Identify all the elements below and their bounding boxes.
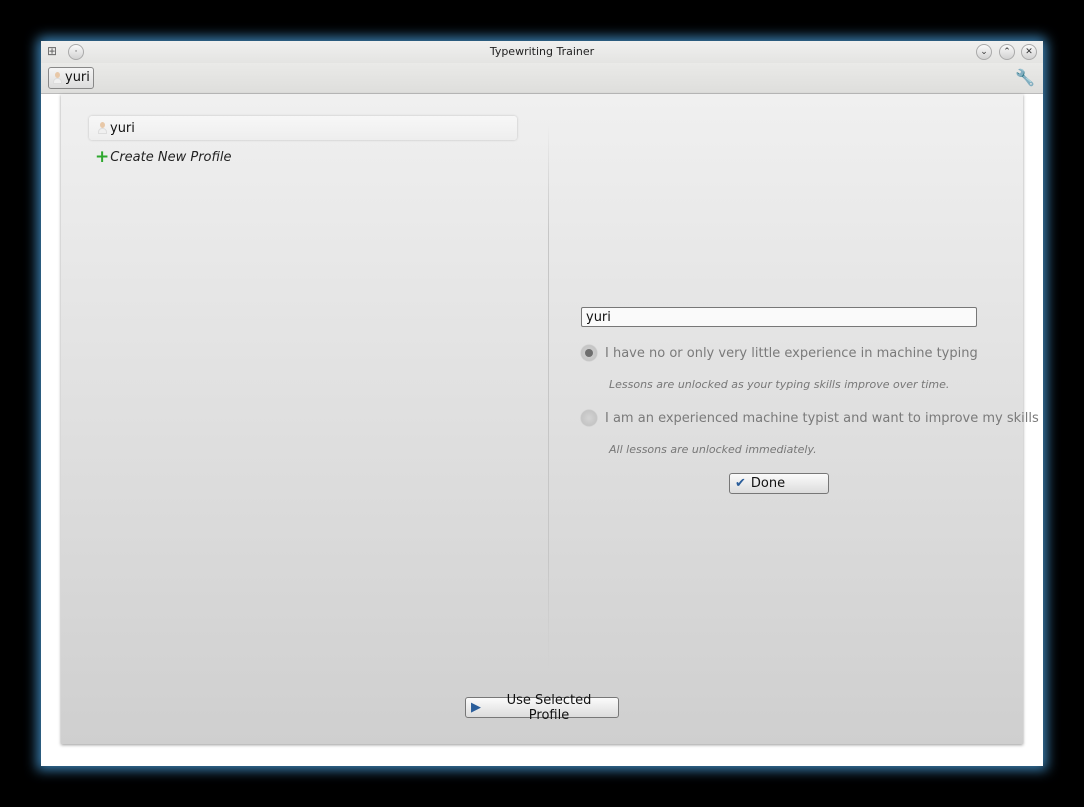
done-label: Done bbox=[750, 476, 786, 491]
done-button[interactable]: ✔ Done bbox=[729, 473, 829, 494]
beginner-radio[interactable]: I have no or only very little experience… bbox=[581, 345, 978, 361]
check-icon: ✔ bbox=[735, 476, 746, 491]
maximize-button[interactable]: ⌃ bbox=[999, 44, 1015, 60]
create-profile-label: Create New Profile bbox=[110, 150, 232, 165]
app-window: ⊞ · Typewriting Trainer ⌄ ⌃ ✕ yuri 🔧 yur… bbox=[41, 41, 1043, 766]
window-title: Typewriting Trainer bbox=[489, 45, 595, 58]
user-avatar-icon bbox=[98, 122, 107, 134]
experienced-hint: All lessons are unlocked immediately. bbox=[609, 443, 817, 456]
toolbar: yuri 🔧 bbox=[41, 63, 1043, 94]
profile-name: yuri bbox=[110, 120, 135, 136]
use-selected-profile-button[interactable]: ▶ Use Selected Profile bbox=[465, 693, 619, 723]
use-profile-label: Use Selected Profile bbox=[506, 692, 592, 723]
beginner-hint: Lessons are unlocked as your typing skil… bbox=[609, 378, 950, 391]
plus-icon: + bbox=[95, 147, 110, 167]
experienced-label: I am an experienced machine typist and w… bbox=[605, 410, 1039, 426]
minimize-button[interactable]: ⌄ bbox=[976, 44, 992, 60]
beginner-label: I have no or only very little experience… bbox=[605, 345, 978, 361]
profile-panel: yuri + Create New Profile I have no or o… bbox=[61, 94, 1039, 744]
close-button[interactable]: ✕ bbox=[1021, 44, 1037, 60]
wrench-icon[interactable]: 🔧 bbox=[1015, 68, 1035, 87]
experienced-radio[interactable]: I am an experienced machine typist and w… bbox=[581, 410, 1039, 426]
radio-indicator[interactable] bbox=[581, 345, 597, 361]
create-new-profile-link[interactable]: + Create New Profile bbox=[95, 147, 232, 167]
profile-button-label: yuri bbox=[65, 70, 90, 85]
radio-indicator[interactable] bbox=[581, 410, 597, 426]
user-avatar-icon bbox=[53, 72, 62, 84]
profile-button[interactable]: yuri bbox=[48, 67, 94, 89]
play-icon: ▶ bbox=[471, 700, 481, 715]
title-bar: ⊞ · Typewriting Trainer ⌄ ⌃ ✕ bbox=[41, 41, 1043, 63]
profile-name-input[interactable] bbox=[581, 307, 977, 327]
divider bbox=[548, 124, 549, 669]
profile-list-item[interactable]: yuri bbox=[89, 116, 517, 140]
